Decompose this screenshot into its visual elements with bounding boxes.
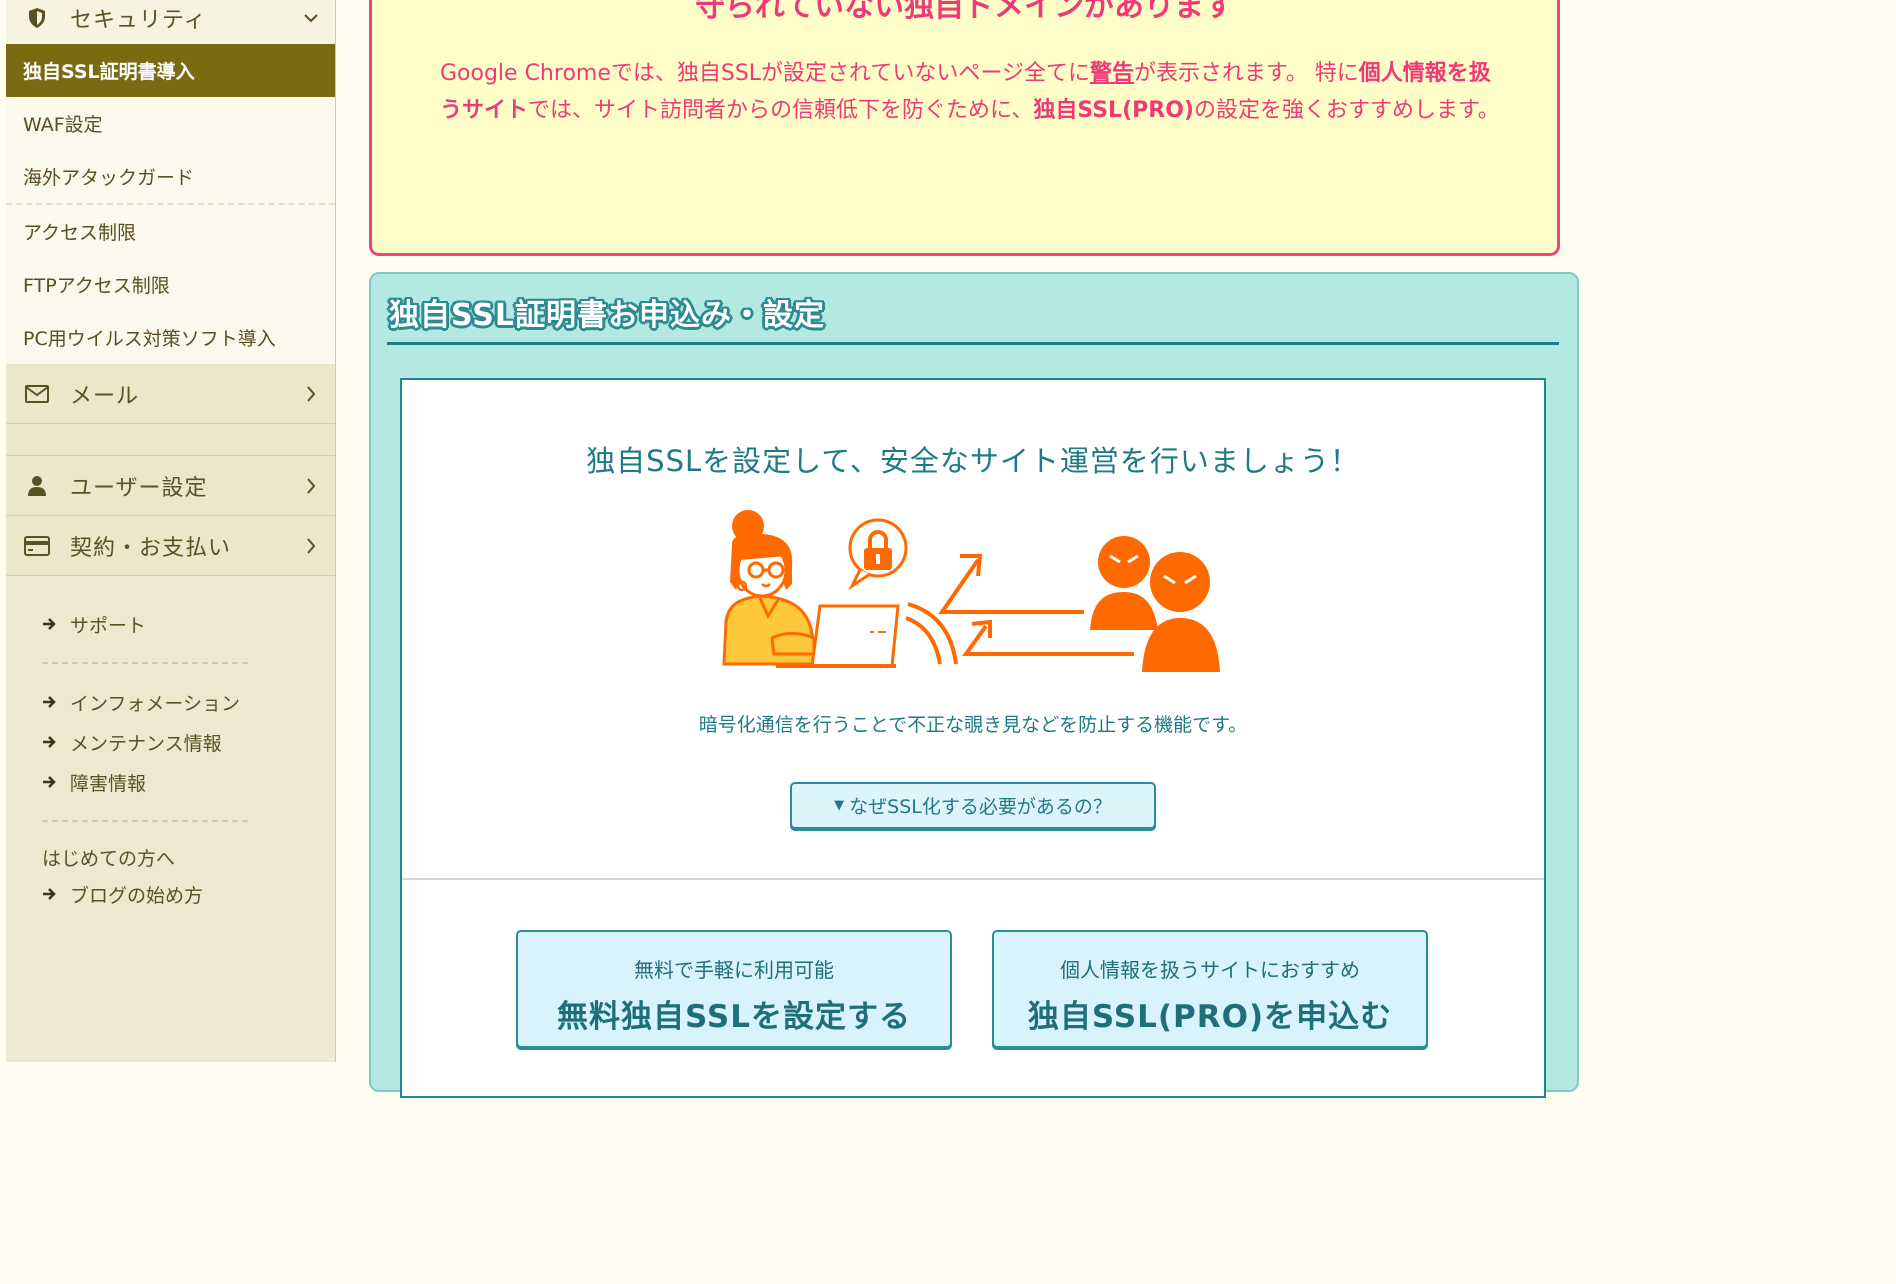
sidebar-item-ftp-access-restriction[interactable]: FTPアクセス制限: [6, 258, 335, 311]
sidebar-item-waf[interactable]: WAF設定: [6, 97, 335, 150]
ssl-lead-text: 独自SSLを設定して、安全なサイト運営を行いましょう！: [586, 444, 1360, 478]
divider: [387, 342, 1559, 345]
shield-icon: [24, 5, 50, 31]
sidebar-link-label: インフォメーション: [70, 692, 241, 715]
security-subnav: 独自SSL証明書導入 WAF設定 海外アタックガード アクセス制限 FTPアクセ…: [6, 44, 335, 364]
sidebar-group-mail[interactable]: メール: [6, 364, 335, 424]
divider: [42, 820, 248, 822]
woman-at-laptop-icon: [722, 510, 818, 666]
pro-ssl-label: 独自SSL(PRO)を申込む: [1027, 999, 1393, 1035]
arrow-right-icon: [42, 887, 58, 901]
caret-down-icon: ▼: [834, 798, 845, 813]
sidebar-link-label: メンテナンス情報: [70, 732, 222, 755]
sidebar-link-label: ブログの始め方: [70, 884, 204, 907]
sidebar: セキュリティ 独自SSL証明書導入 WAF設定 海外アタックガード アクセス制限…: [6, 0, 336, 1062]
chevron-down-icon: [303, 10, 319, 26]
ssl-description: 暗号化通信を行うことで不正な覗き見などを防止する機能です。: [698, 714, 1248, 736]
sidebar-link-label: 障害情報: [70, 772, 147, 795]
user-icon: [24, 473, 50, 499]
sidebar-group-label: 契約・お支払い: [70, 535, 232, 561]
sidebar-link-label: サポート: [70, 614, 147, 637]
arrow-right-icon: [42, 695, 58, 709]
lock-icon: [848, 518, 908, 591]
divider: [402, 878, 1544, 880]
warning-text: の設定を強くおすすめします。: [1193, 98, 1500, 123]
sidebar-link-information[interactable]: インフォメーション: [42, 682, 335, 722]
sidebar-item-overseas-attack-guard[interactable]: 海外アタックガード: [6, 150, 335, 203]
ssl-illustration: [720, 504, 1230, 678]
free-ssl-label: 無料独自SSLを設定する: [556, 999, 911, 1035]
pro-ssl-apply-button[interactable]: 個人情報を扱うサイトにおすすめ 独自SSL(PRO)を申込む: [992, 930, 1428, 1048]
ssl-panel: 独自SSL証明書お申込み・設定 独自SSLを設定して、安全なサイト運営を行いまし…: [369, 272, 1579, 1098]
arrow-right-icon: [42, 617, 58, 631]
sidebar-group-label: メール: [70, 383, 140, 409]
pro-ssl-subtitle: 個人情報を扱うサイトにおすすめ: [1060, 958, 1360, 982]
ssl-intro-card: 独自SSLを設定して、安全なサイト運営を行いましょう！ 暗号化通信を行うことで不…: [400, 378, 1546, 1098]
ssl-panel-title: 独自SSL証明書お申込み・設定: [389, 298, 825, 333]
divider: [42, 662, 248, 664]
chevron-right-icon: [303, 385, 319, 402]
warning-text: が表示されます。 特に: [1133, 61, 1359, 86]
sidebar-group-label: セキュリティ: [70, 8, 207, 33]
sidebar-link-incident[interactable]: 障害情報: [42, 762, 335, 802]
sidebar-link-support[interactable]: サポート: [42, 604, 335, 644]
warning-emphasis: 独自SSL(PRO): [1033, 98, 1194, 123]
warning-text: Google Chromeでは、独自SSLが設定されていないページ全てに: [440, 61, 1090, 86]
sidebar-links: サポート インフォメーション メンテナンス情報 障害情報 はじめての方へ ブログ…: [6, 576, 335, 914]
sidebar-group-billing[interactable]: 契約・お支払い: [6, 516, 335, 576]
warning-body: Google Chromeでは、独自SSLが設定されていないページ全てに警告が表…: [440, 55, 1505, 129]
why-ssl-label: なぜSSL化する必要があるの？: [849, 796, 1112, 818]
free-ssl-subtitle: 無料で手軽に利用可能: [634, 958, 834, 982]
mail-icon: [24, 381, 50, 407]
ssl-warning-box: 守られていない独自ドメインがあります Google Chromeでは、独自SSL…: [369, 0, 1560, 256]
chevron-right-icon: [303, 477, 319, 494]
sidebar-link-blog[interactable]: ブログの始め方: [42, 874, 335, 914]
sidebar-group-security[interactable]: セキュリティ: [6, 0, 335, 44]
sidebar-item-ssl[interactable]: 独自SSL証明書導入: [6, 44, 335, 97]
why-ssl-toggle-button[interactable]: ▼ なぜSSL化する必要があるの？: [790, 782, 1156, 829]
warning-link[interactable]: 警告: [1090, 61, 1134, 86]
arrow-right-icon: [42, 735, 58, 749]
sidebar-spacer: [6, 424, 335, 456]
sidebar-item-antivirus[interactable]: PC用ウイルス対策ソフト導入: [6, 311, 335, 364]
arrow-right-icon: [42, 775, 58, 789]
warning-text: では、サイト訪問者からの信頼低下を防ぐために、: [528, 98, 1034, 123]
card-icon: [24, 533, 50, 559]
chevron-right-icon: [303, 537, 319, 554]
sidebar-group-user[interactable]: ユーザー設定: [6, 456, 335, 516]
attacker-icon: [1090, 536, 1220, 672]
free-ssl-setup-button[interactable]: 無料で手軽に利用可能 無料独自SSLを設定する: [516, 930, 952, 1048]
warning-title: 守られていない独自ドメインがあります: [694, 0, 1235, 24]
sidebar-link-beginners[interactable]: はじめての方へ: [42, 840, 335, 874]
sidebar-link-maintenance[interactable]: メンテナンス情報: [42, 722, 335, 762]
sidebar-group-label: ユーザー設定: [70, 475, 208, 501]
sidebar-item-access-restriction[interactable]: アクセス制限: [6, 205, 335, 258]
